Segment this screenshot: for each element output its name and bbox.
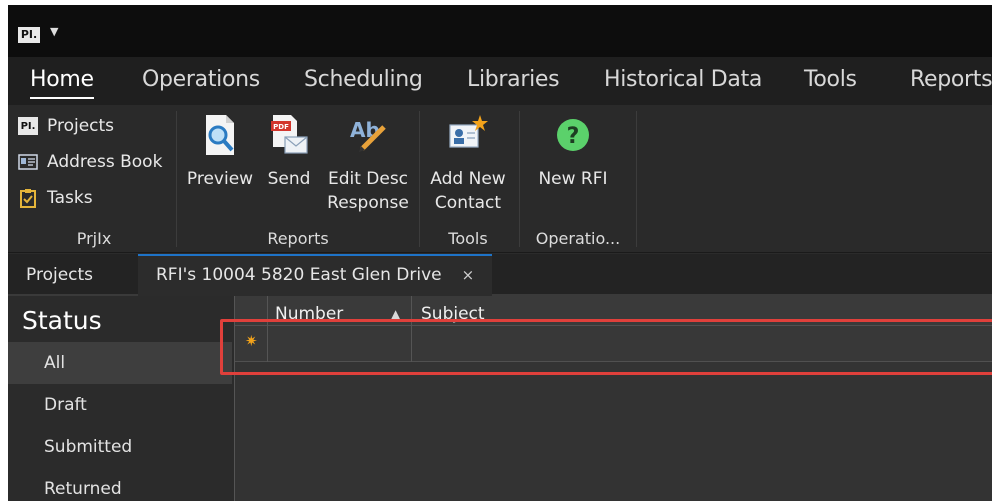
status-panel-title: Status [22, 306, 102, 335]
send-label: Send [267, 169, 311, 189]
app-logo: PI. [18, 27, 40, 43]
svg-text:?: ? [567, 124, 580, 149]
doc-tab-rfi[interactable]: RFI's 10004 5820 East Glen Drive × [138, 254, 493, 296]
document-tab-bar: Projects RFI's 10004 5820 East Glen Driv… [8, 254, 992, 296]
preview-button[interactable]: Preview [186, 113, 254, 191]
group-divider [176, 111, 177, 247]
prjix-group-label: PrjIx [76, 229, 112, 248]
send-button[interactable]: PDF Send [264, 113, 314, 191]
group-divider [419, 111, 420, 247]
group-divider [636, 111, 637, 247]
add-new-line1: Add New [430, 169, 506, 189]
tab-operations[interactable]: Operations [142, 67, 260, 92]
tab-libraries[interactable]: Libraries [467, 67, 560, 92]
operations-group-label: Operatio... [535, 229, 621, 248]
title-bar: PI. ▼ [8, 5, 992, 57]
quick-access-dropdown-icon[interactable]: ▼ [50, 25, 58, 38]
application-window: PI. ▼ Home Operations Scheduling Librari… [8, 5, 992, 501]
tab-historical-data[interactable]: Historical Data [604, 67, 762, 92]
send-pdf-email-icon: PDF [269, 113, 309, 157]
status-filter-panel: Status All Draft Submitted Returned [8, 296, 232, 501]
ribbon-tab-bar: Home Operations Scheduling Libraries His… [8, 57, 992, 105]
add-new-line2: Contact [434, 193, 502, 213]
new-rfi-label: New RFI [538, 169, 608, 189]
preview-label: Preview [186, 169, 254, 189]
doc-tab-rfi-label: RFI's 10004 5820 East Glen Drive [156, 265, 442, 285]
projects-label: Projects [47, 116, 115, 136]
tab-home[interactable]: Home [30, 67, 94, 99]
reports-group-label: Reports [267, 229, 329, 248]
edit-desc-response-button[interactable]: Ab Edit Desc Response [322, 113, 414, 215]
ribbon: PI. Projects Address Book Tasks PrjIx Pr… [8, 105, 992, 253]
tab-reports[interactable]: Reports [910, 67, 992, 92]
tab-scheduling[interactable]: Scheduling [304, 67, 423, 92]
tasks-button[interactable]: Tasks [18, 185, 93, 211]
status-item-all[interactable]: All [8, 342, 232, 384]
edit-desc-line2: Response [327, 193, 409, 213]
clipboard-icon [18, 189, 38, 208]
doc-tab-projects[interactable]: Projects [8, 254, 111, 296]
status-item-returned[interactable]: Returned [8, 468, 232, 501]
pdf-badge: PDF [273, 123, 289, 131]
status-item-draft[interactable]: Draft [8, 384, 232, 426]
tools-group-label: Tools [448, 229, 488, 248]
group-divider [519, 111, 520, 247]
new-rfi-button[interactable]: ? New RFI [532, 113, 614, 191]
status-item-submitted[interactable]: Submitted [8, 426, 232, 468]
add-new-contact-button[interactable]: Add New Contact [426, 113, 510, 215]
add-contact-icon [448, 113, 488, 157]
projects-button[interactable]: PI. Projects [18, 113, 114, 139]
tasks-label: Tasks [47, 188, 93, 208]
address-book-icon [18, 153, 38, 171]
close-icon[interactable]: × [462, 266, 475, 284]
tab-tools[interactable]: Tools [804, 67, 857, 92]
address-book-label: Address Book [47, 152, 163, 172]
edit-text-pencil-icon: Ab [348, 113, 388, 157]
pi-logo-icon: PI. [18, 117, 38, 135]
question-mark-icon: ? [553, 113, 593, 157]
preview-icon [200, 113, 240, 157]
highlight-box [220, 319, 992, 375]
edit-desc-line1: Edit Desc [327, 169, 409, 189]
address-book-button[interactable]: Address Book [18, 149, 162, 175]
